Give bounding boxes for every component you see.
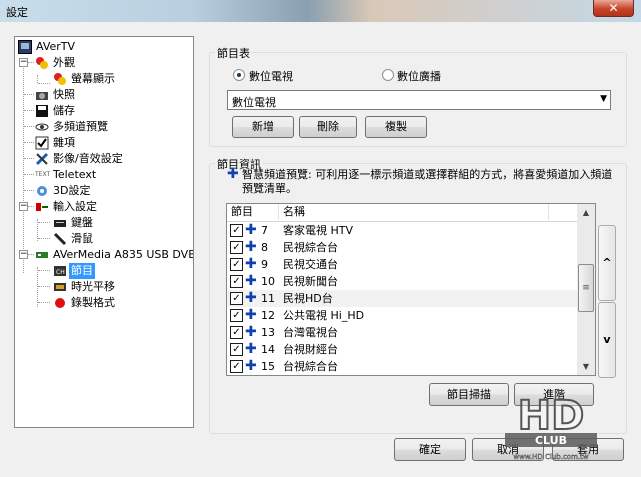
channel-name: 台視財經台 [283, 343, 338, 356]
channel-checkbox[interactable]: ✓ [230, 258, 243, 271]
scroll-up-icon[interactable]: ▲ [577, 204, 595, 221]
channel-name: 民視HD台 [283, 292, 333, 305]
channel-number: 8 [261, 241, 268, 254]
keyboard-icon [53, 216, 67, 230]
tree-collapse-toggle-device[interactable]: − [19, 250, 28, 259]
plus-icon: ✚ [227, 166, 239, 182]
radio-digital-radio-label: 數位廣播 [397, 70, 441, 83]
delete-button[interactable]: 刪除 [299, 116, 357, 138]
svg-text:CLUB: CLUB [535, 434, 567, 447]
tree-collapse-toggle-input[interactable]: − [19, 202, 28, 211]
channel-checkbox[interactable]: ✓ [230, 360, 243, 373]
smart-preview-hint: 智慧頻道預覽: 可利用逐一標示頻道或選擇群組的方式，將喜愛頻道加入頻道預覽清單。 [242, 168, 613, 195]
plus-icon: ✚ [245, 358, 257, 374]
channel-row[interactable]: ✓ ✚ 15 台視綜合台 [227, 358, 577, 375]
channel-checkbox[interactable]: ✓ [230, 326, 243, 339]
channel-name: 民視交通台 [283, 258, 338, 271]
checklist-icon [35, 136, 49, 150]
channel-name: 客家電視 HTV [283, 224, 354, 237]
channel-number: 10 [261, 275, 275, 288]
channel-number: 12 [261, 309, 275, 322]
channel-name: 台視綜合台 [283, 360, 338, 373]
radio-digital-radio[interactable] [382, 69, 394, 81]
channel-number: 7 [261, 224, 268, 237]
scroll-thumb[interactable]: ≡ [578, 264, 594, 312]
channel-row[interactable]: ✓ ✚ 10 民視新聞台 [227, 273, 577, 290]
record-icon [53, 296, 67, 310]
channel-checkbox[interactable]: ✓ [230, 292, 243, 305]
ok-button[interactable]: 確定 [394, 438, 466, 461]
plus-icon: ✚ [245, 307, 257, 323]
channel-checkbox[interactable]: ✓ [230, 343, 243, 356]
svg-text:www.HD Club.com.tw: www.HD Club.com.tw [513, 453, 588, 461]
plus-icon: ✚ [245, 256, 257, 272]
title-bar: 設定 ✕ [0, 0, 641, 22]
svg-text:CH: CH [56, 269, 65, 276]
column-program[interactable]: 節目 [227, 204, 279, 220]
list-header: 節目 名稱 [227, 204, 577, 222]
teletext-icon: TEXT [35, 171, 51, 178]
radio-digital-tv-label: 數位電視 [249, 70, 293, 83]
program-table-label: 節目表 [215, 45, 252, 61]
move-up-button[interactable]: ^ [598, 225, 616, 301]
channel-list[interactable]: 節目 名稱 ✓ ✚ 7 客家電視 HTV ✓ ✚ 8 民視綜合台 ✓ ✚ 9 民視交通台 ✓ ✚ 10 民視新… [226, 203, 596, 376]
plus-icon: ✚ [245, 222, 257, 238]
channel-row[interactable]: ✓ ✚ 14 台視財經台 [227, 341, 577, 358]
channel-icon: CH [53, 264, 67, 278]
radio-digital-tv[interactable] [233, 69, 245, 81]
chevron-down-icon: ▼ [600, 94, 607, 104]
source-select-value: 數位電視 [232, 96, 276, 109]
plus-icon: ✚ [245, 324, 257, 340]
save-icon [35, 104, 49, 118]
channel-name: 民視新聞台 [283, 275, 338, 288]
channel-checkbox[interactable]: ✓ [230, 275, 243, 288]
settings-tree[interactable]: AVerTV − 外觀 螢幕顯示 快照 儲存 多頻道預覽 雜項 影像/音效設定 … [14, 36, 194, 428]
column-name[interactable]: 名稱 [279, 204, 549, 220]
channel-checkbox[interactable]: ✓ [230, 224, 243, 237]
hdclub-watermark-logo: HD CLUB www.HD Club.com.tw [497, 385, 605, 465]
copy-button[interactable]: 複製 [365, 116, 427, 138]
channel-number: 14 [261, 343, 275, 356]
source-select[interactable]: 數位電視 ▼ [227, 90, 611, 110]
channel-number: 9 [261, 258, 268, 271]
channel-row[interactable]: ✓ ✚ 12 公共電視 Hi_HD [227, 307, 577, 324]
channel-number: 13 [261, 326, 275, 339]
plus-icon: ✚ [245, 273, 257, 289]
device-icon [35, 248, 49, 262]
plus-icon: ✚ [245, 290, 257, 306]
channel-row[interactable]: ✓ ✚ 8 民視綜合台 [227, 239, 577, 256]
scroll-down-icon[interactable]: ▼ [577, 358, 595, 375]
channel-name: 台灣電視台 [283, 326, 338, 339]
close-button[interactable]: ✕ [593, 0, 634, 17]
mouse-icon [53, 232, 67, 246]
add-button[interactable]: 新增 [232, 116, 294, 138]
move-down-button[interactable]: v [598, 302, 616, 378]
channel-number: 15 [261, 360, 275, 373]
list-scrollbar[interactable]: ▲ ≡ ▼ [577, 204, 595, 375]
3d-gear-icon [35, 184, 49, 198]
channel-name: 民視綜合台 [283, 241, 338, 254]
channel-number: 11 [261, 292, 275, 305]
channel-row[interactable]: ✓ ✚ 13 台灣電視台 [227, 324, 577, 341]
avertv-icon [18, 40, 32, 54]
osd-icon [53, 72, 67, 86]
input-icon [35, 200, 49, 214]
camera-icon [35, 88, 49, 102]
channel-row[interactable]: ✓ ✚ 7 客家電視 HTV [227, 222, 577, 239]
channel-name: 公共電視 Hi_HD [283, 309, 365, 322]
eye-icon [35, 120, 49, 134]
plus-icon: ✚ [245, 341, 257, 357]
svg-text:HD: HD [518, 393, 585, 439]
tree-collapse-toggle[interactable]: − [19, 58, 28, 67]
channel-row[interactable]: ✓ ✚ 9 民視交通台 [227, 256, 577, 273]
channel-checkbox[interactable]: ✓ [230, 309, 243, 322]
appearance-icon [35, 56, 49, 70]
channel-checkbox[interactable]: ✓ [230, 241, 243, 254]
tools-icon [35, 152, 49, 166]
channel-row[interactable]: ✓ ✚ 11 民視HD台 [227, 290, 577, 307]
timeshift-icon [53, 280, 67, 294]
window-title: 設定 [6, 6, 28, 19]
plus-icon: ✚ [245, 239, 257, 255]
